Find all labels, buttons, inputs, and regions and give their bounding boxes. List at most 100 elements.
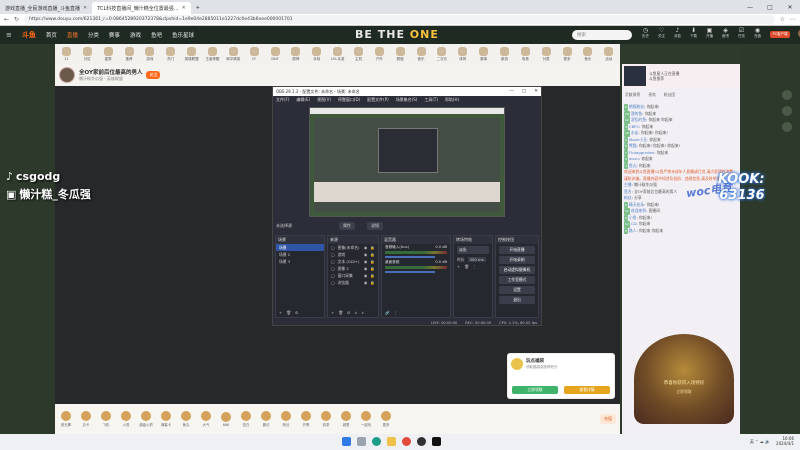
gear-icon[interactable]: ⚙	[347, 310, 350, 315]
category-item[interactable]: 推荐	[122, 46, 137, 62]
scene-item[interactable]: 场景 3	[276, 258, 324, 265]
gift-item[interactable]: 荧光棒	[59, 411, 73, 427]
start-icon[interactable]	[342, 437, 351, 446]
folder-icon[interactable]	[387, 437, 396, 446]
chat-username[interactable]: 水友	[631, 130, 639, 135]
category-item[interactable]: 二次元	[434, 46, 449, 62]
source-item[interactable]: ▢ 文本 (GDI+) ◉ 🔒	[328, 258, 378, 265]
obs-menu-item[interactable]: 停靠窗口(D)	[338, 97, 360, 103]
obs-preview[interactable]	[309, 107, 505, 217]
gift-item[interactable]: 飞机	[99, 411, 113, 427]
category-item[interactable]: LOL手游	[330, 46, 345, 62]
gift-item[interactable]: 开黑	[299, 411, 313, 427]
award-emblem[interactable]	[634, 334, 734, 424]
virtual-camera-button[interactable]: 启动虚拟摄像机	[499, 266, 535, 274]
details-button[interactable]: 查看详情	[564, 386, 610, 394]
menu-icon[interactable]: ⋮	[473, 264, 477, 269]
category-item[interactable]: 星秀	[101, 46, 116, 62]
source-item[interactable]: ▢ 窗口采集 ◉ 🔒	[328, 272, 378, 279]
maximize-button[interactable]: □	[760, 0, 780, 14]
gift-item[interactable]: 告白	[239, 411, 253, 427]
close-window-button[interactable]: ✕	[780, 0, 800, 14]
add-icon[interactable]: +	[457, 264, 460, 269]
category-item[interactable]: 分类	[539, 46, 554, 62]
gift-item[interactable]: 一起玩	[359, 411, 373, 427]
visibility-icon[interactable]: ◉	[364, 280, 367, 285]
chat-username[interactable]: CD	[631, 221, 637, 226]
chat-username[interactable]: wuzu	[629, 156, 639, 161]
gift-item[interactable]: 弹幕卡	[159, 411, 173, 427]
browser-tab[interactable]: 游戏直播_全民游戏直播_斗鱼直播 ✕	[0, 2, 92, 14]
obs-menu-item[interactable]: 视图(V)	[317, 97, 331, 103]
nav-fishbar[interactable]: 鱼吧	[151, 31, 162, 39]
category-item[interactable]: 11	[59, 47, 74, 61]
volume-slider[interactable]	[385, 271, 435, 273]
download-icon[interactable]: ⬇ 下载	[688, 27, 699, 39]
back-icon[interactable]: ←	[4, 16, 9, 23]
category-item[interactable]: 原神	[288, 46, 303, 62]
taskbar-clock[interactable]: 16:06 2024/4/1	[776, 436, 794, 446]
lock-icon[interactable]: 🔒	[370, 280, 375, 285]
streamer-avatar[interactable]	[59, 67, 75, 83]
chat-username[interactable]: 路人	[629, 228, 637, 233]
lock-icon[interactable]: 🔒	[370, 245, 375, 250]
category-item[interactable]: DNF	[268, 47, 283, 61]
lock-icon[interactable]: 🔒	[370, 259, 375, 264]
filters-button[interactable]: 滤镜	[367, 221, 383, 230]
category-item[interactable]: 颜值	[393, 46, 408, 62]
award-sub[interactable]: 立即领取	[640, 389, 728, 395]
site-logo[interactable]: 斗鱼	[22, 30, 36, 40]
category-item[interactable]: 王者荣耀	[205, 46, 220, 62]
menu-icon[interactable]: ⋮	[394, 310, 398, 315]
chat-username[interactable]: 凌乱的鱼	[631, 117, 646, 122]
obs-menu-item[interactable]: 编辑(E)	[296, 97, 310, 103]
close-icon[interactable]: ✕	[182, 5, 186, 11]
visibility-icon[interactable]: ◉	[364, 266, 367, 271]
gift-item[interactable]: 魔法	[259, 411, 273, 427]
up-icon[interactable]: ∧	[354, 310, 357, 315]
side-tool-icon[interactable]	[782, 90, 792, 100]
studio-mode-button[interactable]: 工作室模式	[499, 276, 535, 284]
down-icon[interactable]: ∨	[361, 310, 364, 315]
category-item[interactable]: 活动	[601, 46, 616, 62]
chat-username[interactable]: 我的鱼	[631, 111, 642, 116]
chat-username[interactable]: 签名	[624, 189, 632, 194]
system-tray[interactable]: 英 ⌃ ☁ 🔊	[750, 439, 770, 445]
obs-menu-item[interactable]: 工具(T)	[424, 97, 438, 103]
browser-tab-active[interactable]: TCL科技直播间_懒汁糕全位置最强... ✕	[92, 2, 191, 14]
side-tool-icon[interactable]	[782, 106, 792, 116]
chat-username[interactable]: 欢迎来到	[631, 208, 646, 213]
hamburger-icon[interactable]: ≡	[6, 31, 12, 39]
gift-item[interactable]: 大气	[199, 411, 213, 427]
gift-item[interactable]: 火箭	[119, 411, 133, 427]
source-item[interactable]: ▢ 浏览器 ◉ 🔒	[328, 279, 378, 286]
obs-close-button[interactable]: ✕	[534, 89, 538, 94]
gift-item[interactable]: 鱼丸	[179, 411, 193, 427]
gift-item[interactable]: 666	[219, 411, 233, 427]
close-icon[interactable]: ✕	[83, 5, 87, 11]
link-icon[interactable]: 🔗	[385, 310, 390, 315]
gift-item[interactable]: 粉丝	[279, 411, 293, 427]
obs-maximize-button[interactable]: □	[522, 89, 526, 94]
bell-icon[interactable]: ♪ 消息	[672, 27, 683, 39]
visibility-icon[interactable]: ◉	[364, 252, 367, 257]
edge-icon[interactable]	[372, 437, 381, 446]
trash-icon[interactable]: 🗑	[464, 264, 469, 269]
category-item[interactable]: 鱼乐	[580, 46, 595, 62]
chat-username[interactable]: CBPC	[629, 124, 639, 129]
chat-username[interactable]: 粉丝	[624, 195, 632, 200]
minimize-button[interactable]: —	[740, 0, 760, 14]
settings-button[interactable]: 设置	[499, 286, 535, 294]
visibility-icon[interactable]: ◉	[364, 245, 367, 250]
trash-icon[interactable]: 🗑	[286, 310, 291, 315]
obs-menu-item[interactable]: 配置文件(P)	[367, 97, 389, 103]
nav-events[interactable]: 赛事	[109, 31, 120, 39]
chat-username[interactable]: Moon小丑	[629, 137, 647, 142]
obs-menu-item[interactable]: 文件(F)	[276, 97, 289, 103]
gift-item[interactable]: 奶茶	[319, 411, 333, 427]
tab-contribution[interactable]: 贡献周榜	[625, 92, 640, 100]
recharge-button[interactable]: 充值	[600, 414, 616, 424]
category-item[interactable]: 户外	[372, 46, 387, 62]
category-item[interactable]: 音乐	[414, 46, 429, 62]
tab-vip[interactable]: 贵宾	[648, 92, 656, 100]
